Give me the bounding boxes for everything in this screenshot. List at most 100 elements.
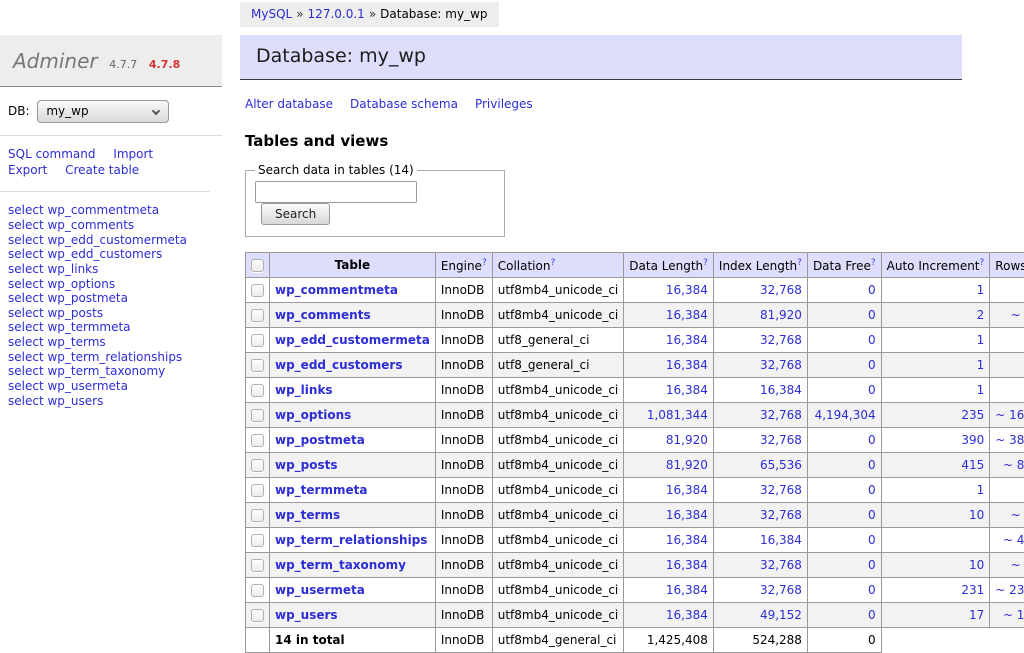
row-checkbox[interactable] — [251, 559, 264, 572]
rows-link[interactable]: ~ 230 — [995, 583, 1024, 597]
index-length-link[interactable]: 32,768 — [760, 358, 802, 372]
auto-increment-link[interactable]: 415 — [961, 458, 984, 472]
data-free-link[interactable]: 0 — [868, 308, 876, 322]
table-name-link[interactable]: wp_comments — [275, 308, 371, 322]
import-link[interactable]: Import — [113, 147, 153, 161]
create-table-link[interactable]: Create table — [65, 163, 139, 177]
auto-increment-link[interactable]: 1 — [977, 483, 985, 497]
data-free-link[interactable]: 0 — [868, 283, 876, 297]
table-name-link[interactable]: wp_edd_customermeta — [275, 333, 430, 347]
data-length-link[interactable]: 16,384 — [666, 583, 708, 597]
table-select-link[interactable]: select wp_postmeta — [8, 291, 128, 305]
data-length-link[interactable]: 81,920 — [666, 433, 708, 447]
breadcrumb-server-link[interactable]: MySQL — [251, 7, 292, 21]
database-schema-link[interactable]: Database schema — [350, 97, 458, 111]
help-link[interactable]: ? — [550, 258, 555, 268]
data-free-link[interactable]: 0 — [868, 333, 876, 347]
export-link[interactable]: Export — [8, 163, 47, 177]
help-link[interactable]: ? — [703, 258, 708, 268]
table-select-link[interactable]: select wp_comments — [8, 218, 134, 232]
alter-database-link[interactable]: Alter database — [245, 97, 333, 111]
index-length-link[interactable]: 49,152 — [760, 608, 802, 622]
table-select-link[interactable]: select wp_terms — [8, 335, 106, 349]
index-length-link[interactable]: 32,768 — [760, 583, 802, 597]
rows-link[interactable]: ~ 43 — [1003, 533, 1024, 547]
data-free-link[interactable]: 0 — [868, 433, 876, 447]
row-checkbox[interactable] — [251, 584, 264, 597]
db-select[interactable]: my_wp — [37, 100, 169, 123]
table-name-link[interactable]: wp_terms — [275, 508, 340, 522]
table-select-link[interactable]: select wp_commentmeta — [8, 203, 159, 217]
auto-increment-link[interactable]: 10 — [969, 508, 984, 522]
auto-increment-link[interactable]: 17 — [969, 608, 984, 622]
table-select-link[interactable]: select wp_usermeta — [8, 379, 128, 393]
table-name-link[interactable]: wp_usermeta — [275, 583, 365, 597]
index-length-link[interactable]: 32,768 — [760, 508, 802, 522]
index-length-link[interactable]: 32,768 — [760, 283, 802, 297]
rows-link[interactable]: ~ 163 — [995, 408, 1024, 422]
help-link[interactable]: ? — [797, 258, 802, 268]
data-length-link[interactable]: 1,081,344 — [647, 408, 708, 422]
adminer-logo[interactable]: Adminer — [13, 49, 98, 73]
table-name-link[interactable]: wp_term_relationships — [275, 533, 427, 547]
table-name-link[interactable]: wp_term_taxonomy — [275, 558, 406, 572]
data-length-link[interactable]: 16,384 — [666, 283, 708, 297]
privileges-link[interactable]: Privileges — [475, 97, 533, 111]
auto-increment-link[interactable]: 2 — [977, 308, 985, 322]
table-select-link[interactable]: select wp_options — [8, 277, 115, 291]
table-name-link[interactable]: wp_users — [275, 608, 338, 622]
auto-increment-link[interactable]: 10 — [969, 558, 984, 572]
index-length-link[interactable]: 32,768 — [760, 483, 802, 497]
data-free-link[interactable]: 0 — [868, 608, 876, 622]
help-link[interactable]: ? — [980, 258, 985, 268]
data-length-link[interactable]: 16,384 — [666, 483, 708, 497]
auto-increment-link[interactable]: 235 — [961, 408, 984, 422]
index-length-link[interactable]: 32,768 — [760, 408, 802, 422]
rows-link[interactable]: ~ 16 — [1003, 608, 1024, 622]
table-name-link[interactable]: wp_options — [275, 408, 351, 422]
data-length-link[interactable]: 16,384 — [666, 608, 708, 622]
data-free-link[interactable]: 0 — [868, 508, 876, 522]
row-checkbox[interactable] — [251, 284, 264, 297]
auto-increment-link[interactable]: 1 — [977, 383, 985, 397]
row-checkbox[interactable] — [251, 484, 264, 497]
index-length-link[interactable]: 65,536 — [760, 458, 802, 472]
table-select-link[interactable]: select wp_term_taxonomy — [8, 364, 165, 378]
row-checkbox[interactable] — [251, 309, 264, 322]
row-checkbox[interactable] — [251, 409, 264, 422]
new-version-link[interactable]: 4.7.8 — [149, 58, 180, 71]
data-free-link[interactable]: 0 — [868, 458, 876, 472]
row-checkbox[interactable] — [251, 434, 264, 447]
table-name-link[interactable]: wp_links — [275, 383, 333, 397]
data-free-link[interactable]: 0 — [868, 533, 876, 547]
table-select-link[interactable]: select wp_users — [8, 394, 103, 408]
data-length-link[interactable]: 16,384 — [666, 358, 708, 372]
table-select-link[interactable]: select wp_edd_customers — [8, 247, 162, 261]
help-link[interactable]: ? — [482, 258, 487, 268]
index-length-link[interactable]: 32,768 — [760, 333, 802, 347]
auto-increment-link[interactable]: 390 — [961, 433, 984, 447]
help-link[interactable]: ? — [871, 258, 876, 268]
row-checkbox[interactable] — [251, 359, 264, 372]
auto-increment-link[interactable]: 1 — [977, 283, 985, 297]
data-free-link[interactable]: 0 — [868, 483, 876, 497]
data-free-link[interactable]: 0 — [868, 358, 876, 372]
data-free-link[interactable]: 4,194,304 — [815, 408, 876, 422]
data-length-link[interactable]: 16,384 — [666, 333, 708, 347]
index-length-link[interactable]: 32,768 — [760, 433, 802, 447]
rows-link[interactable]: ~ 383 — [995, 433, 1024, 447]
data-length-link[interactable]: 16,384 — [666, 533, 708, 547]
index-length-link[interactable]: 81,920 — [760, 308, 802, 322]
search-button[interactable]: Search — [261, 203, 330, 225]
table-select-link[interactable]: select wp_edd_customermeta — [8, 233, 187, 247]
auto-increment-link[interactable]: 231 — [961, 583, 984, 597]
index-length-link[interactable]: 32,768 — [760, 558, 802, 572]
table-name-link[interactable]: wp_commentmeta — [275, 283, 398, 297]
rows-link[interactable]: ~ 9 — [1011, 508, 1024, 522]
row-checkbox[interactable] — [251, 459, 264, 472]
auto-increment-link[interactable]: 1 — [977, 358, 985, 372]
data-free-link[interactable]: 0 — [868, 383, 876, 397]
data-length-link[interactable]: 16,384 — [666, 308, 708, 322]
data-length-link[interactable]: 16,384 — [666, 508, 708, 522]
index-length-link[interactable]: 16,384 — [760, 533, 802, 547]
